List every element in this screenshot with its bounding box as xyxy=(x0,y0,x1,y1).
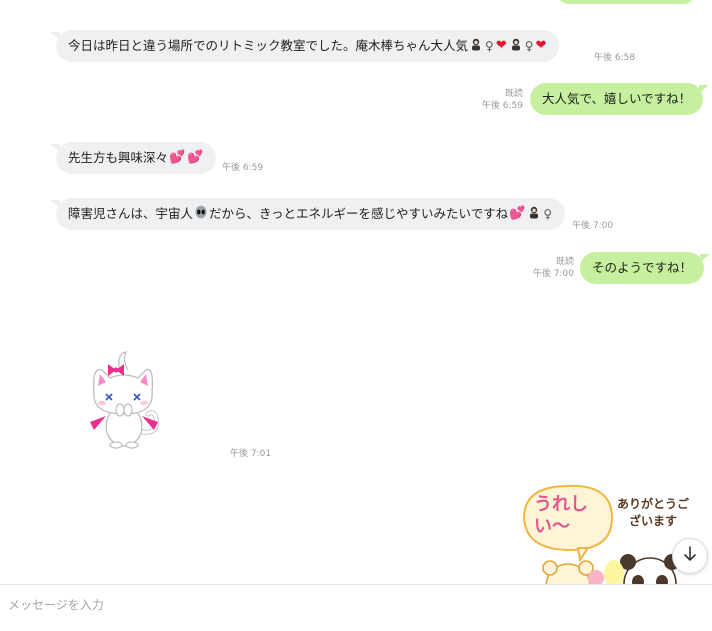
message-text: 今日は昨日と違う場所でのリトミック教室でした。庵木棒ちゃん大人気 xyxy=(68,38,469,53)
pink-hearts-icon: 💕 xyxy=(187,150,204,165)
message-bubble[interactable]: 大人気で、嬉しいですね！ xyxy=(530,83,710,115)
read-label: 既読 xyxy=(555,257,574,267)
message-text: 大人気で、嬉しいですね！ xyxy=(542,91,692,106)
heart-icon: ❤ xyxy=(495,38,507,53)
pink-hearts-icon: 💕 xyxy=(509,206,526,221)
previous-outgoing-bubble xyxy=(556,0,696,4)
read-receipt: 既読 午後 7:00 xyxy=(520,256,574,280)
bear-sticker[interactable]: うれしい〜 ありがとうございます xyxy=(518,482,696,584)
message-time: 午後 7:00 xyxy=(532,269,574,279)
message-bubble[interactable]: そのようですね！ xyxy=(580,252,711,284)
read-receipt: 既読 午後 6:59 xyxy=(470,88,523,112)
alien-icon xyxy=(194,205,208,223)
person-emoji-icon xyxy=(527,205,541,223)
chat-area[interactable]: 今日は昨日と違う場所でのリトミック教室でした。庵木棒ちゃん大人気 ♀ ❤ ♀ ❤… xyxy=(0,0,712,584)
read-label: 既読 xyxy=(504,89,523,99)
message-bubble[interactable]: 障害児さんは、宇宙人 だから、きっとエネルギーを感じやすいみたいですね 💕 ♀ xyxy=(49,198,566,230)
scroll-to-bottom-button[interactable] xyxy=(672,538,708,574)
message-text: だから、きっとエネルギーを感じやすいみたいですね xyxy=(209,206,509,221)
message-bubble[interactable]: 先生方も興味深々 💕 💕 xyxy=(49,142,217,174)
sender-avatar[interactable] xyxy=(32,150,46,164)
scroll-down-arrow-icon xyxy=(683,546,697,566)
message-input-bar xyxy=(0,584,712,631)
message-text: 先生方も興味深々 xyxy=(68,150,169,165)
sender-avatar[interactable] xyxy=(32,206,46,220)
sender-avatar[interactable] xyxy=(32,316,46,330)
female-sign-icon: ♀ xyxy=(543,207,553,221)
message-time: 午後 7:00 xyxy=(572,221,614,231)
message-time: 午後 7:01 xyxy=(230,449,272,459)
sticker-text-main: うれしい〜 xyxy=(534,494,588,537)
sender-avatar[interactable] xyxy=(32,38,46,52)
cat-sticker[interactable] xyxy=(80,348,166,452)
message-text: そのようですね！ xyxy=(592,260,693,275)
message-bubble[interactable]: 今日は昨日と違う場所でのリトミック教室でした。庵木棒ちゃん大人気 ♀ ❤ ♀ ❤ xyxy=(49,30,560,62)
message-input[interactable] xyxy=(6,593,700,617)
heart-icon: ❤ xyxy=(535,38,547,53)
sticker-text-sub: ありがとうございます xyxy=(616,497,689,528)
message-time: 午後 6:58 xyxy=(594,53,636,63)
person-emoji-icon xyxy=(509,37,523,55)
female-sign-icon: ♀ xyxy=(524,39,534,53)
female-sign-icon: ♀ xyxy=(485,39,494,53)
person-emoji-icon xyxy=(469,37,483,55)
pink-hearts-icon: 💕 xyxy=(169,150,186,165)
message-text: 障害児さんは、宇宙人 xyxy=(68,206,194,221)
message-time: 午後 6:59 xyxy=(222,163,264,173)
message-time: 午後 6:59 xyxy=(481,101,523,111)
